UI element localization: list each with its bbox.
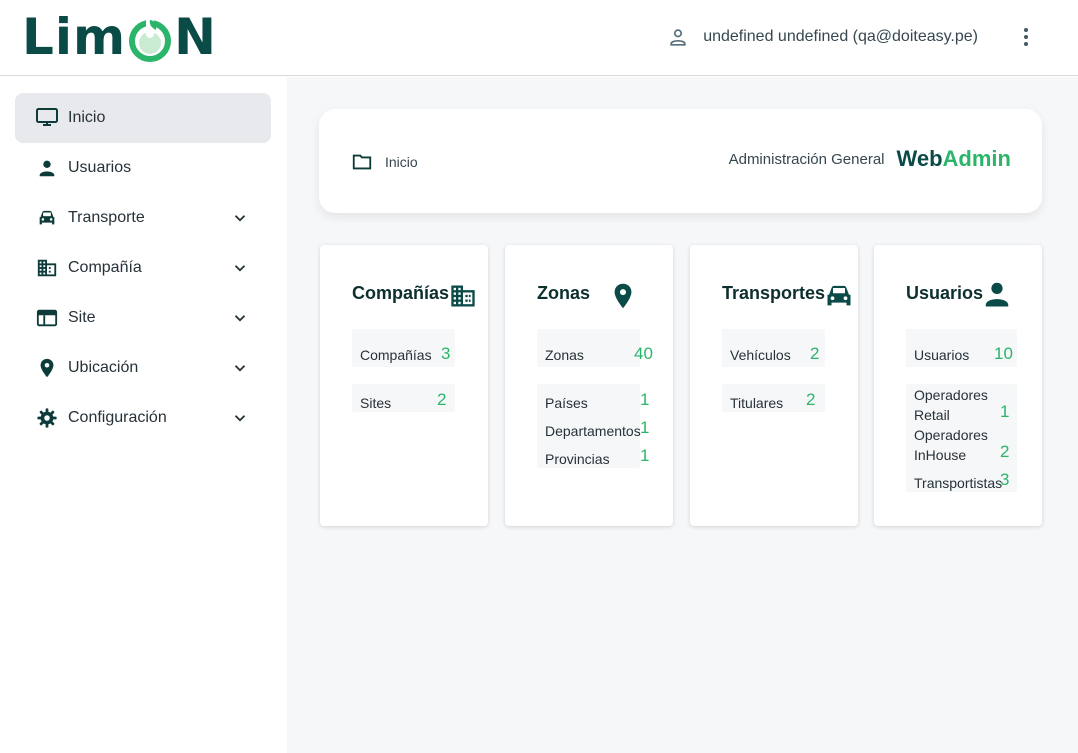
stat-value: 1 (640, 446, 650, 465)
card-title: Usuarios (906, 283, 984, 303)
sidebar-item-inicio[interactable]: Inicio (15, 93, 271, 143)
sidebar-item-transporte[interactable]: Transporte (15, 193, 271, 243)
user-menu[interactable]: undefined undefined (qa@doiteasy.pe) (667, 26, 978, 48)
chevron-down-icon[interactable] (231, 309, 249, 327)
stat-label: Retail (914, 407, 950, 423)
sidebar-item-label: Usuarios (68, 159, 132, 176)
location-pin-icon (35, 356, 59, 380)
sidebar-item-label: Site (68, 309, 96, 326)
power-o-logo-icon (129, 18, 172, 62)
stat-value: 2 (810, 344, 820, 363)
sidebar-item-label: Configuración (68, 409, 167, 426)
stat-value: 3 (441, 344, 451, 363)
breadcrumb-current[interactable]: Inicio (385, 154, 418, 170)
stat-label: Departamentos (545, 423, 641, 439)
sidebar-item-site[interactable]: Site (15, 293, 271, 343)
card-companias: Compañías Compañías 3 Sites 2 (320, 245, 488, 526)
card-usuarios: Usuarios Usuarios 10 Operadores Retail 1… (874, 245, 1042, 526)
stat-label: Países (545, 395, 588, 411)
stat-label: Transportistas (914, 475, 1003, 491)
stat-value: 1 (1000, 402, 1010, 421)
chevron-down-icon[interactable] (231, 359, 249, 377)
person-outline-icon (670, 29, 686, 46)
section-header: Administración General WebAdmin (729, 146, 1011, 172)
main-content: Inicio Administración General WebAdmin C… (287, 77, 1078, 753)
stat-label: Usuarios (914, 347, 970, 363)
sidebar-item-compania[interactable]: Compañía (15, 243, 271, 293)
sidebar-item-label: Compañía (68, 259, 142, 276)
card-title: Transportes (722, 283, 826, 303)
breadcrumb: Inicio (351, 151, 418, 173)
sidebar-item-label: Inicio (68, 109, 106, 126)
stat-value: 1 (640, 418, 650, 437)
stat-label: Vehículos (730, 347, 791, 363)
folder-icon (352, 154, 372, 170)
card-zonas: Zonas Zonas 40 Países 1 Departamentos 1 … (505, 245, 673, 526)
logo-wordmark: Lim N (22, 8, 217, 66)
more-vert-icon[interactable] (1016, 24, 1036, 50)
stat-label: Operadores (914, 387, 988, 403)
location-pin-icon (614, 283, 632, 309)
webadmin-brand: WebAdmin (897, 146, 1012, 172)
gear-icon (35, 406, 59, 430)
sidebar-item-usuarios[interactable]: Usuarios (15, 143, 271, 193)
sidebar-item-configuracion[interactable]: Configuración (15, 393, 271, 443)
stat-value: 3 (1000, 470, 1010, 489)
sidebar-item-label: Transporte (68, 209, 145, 226)
breadcrumb-card: Inicio Administración General WebAdmin (319, 109, 1042, 213)
person-icon (35, 156, 59, 180)
user-name-label: undefined undefined (qa@doiteasy.pe) (703, 28, 978, 45)
monitor-icon (35, 106, 59, 130)
chevron-down-icon[interactable] (231, 209, 249, 227)
building-icon (451, 285, 475, 307)
stat-label: Compañías (360, 347, 432, 363)
card-title: Zonas (537, 283, 591, 303)
stat-value: 1 (640, 390, 650, 409)
stat-label: InHouse (914, 447, 967, 463)
brand-admin-text: Admin (942, 146, 1011, 171)
card-transportes: Transportes Vehículos 2 Titulares 2 (690, 245, 858, 526)
sidebar: Inicio Usuarios Transporte Compañía Site… (0, 77, 287, 753)
stat-value: 2 (1000, 442, 1010, 461)
stat-label: Sites (360, 395, 392, 411)
chevron-down-icon[interactable] (231, 259, 249, 277)
stat-value: 2 (806, 390, 816, 409)
limon-logo[interactable]: Lim N (22, 8, 217, 66)
brand-web-text: Web (896, 146, 943, 171)
card-title: Compañías (352, 283, 450, 303)
app-header: Lim N undefined undefined (qa@doiteasy.p… (0, 0, 1078, 76)
chevron-down-icon[interactable] (231, 409, 249, 427)
car-icon (827, 285, 851, 306)
browser-window-icon (35, 306, 59, 330)
building-icon (35, 256, 59, 280)
sidebar-item-label: Ubicación (68, 359, 139, 376)
section-title: Administración General (728, 150, 885, 168)
person-icon (985, 282, 1009, 307)
stat-label: Provincias (545, 451, 610, 467)
stat-label: Operadores (914, 427, 988, 443)
car-icon (35, 206, 59, 230)
stat-label: Titulares (730, 395, 784, 411)
stat-value: 2 (437, 390, 447, 409)
sidebar-item-ubicacion[interactable]: Ubicación (15, 343, 271, 393)
stat-value: 10 (994, 344, 1013, 363)
stat-value: 40 (634, 344, 653, 363)
stat-label: Zonas (545, 347, 584, 363)
